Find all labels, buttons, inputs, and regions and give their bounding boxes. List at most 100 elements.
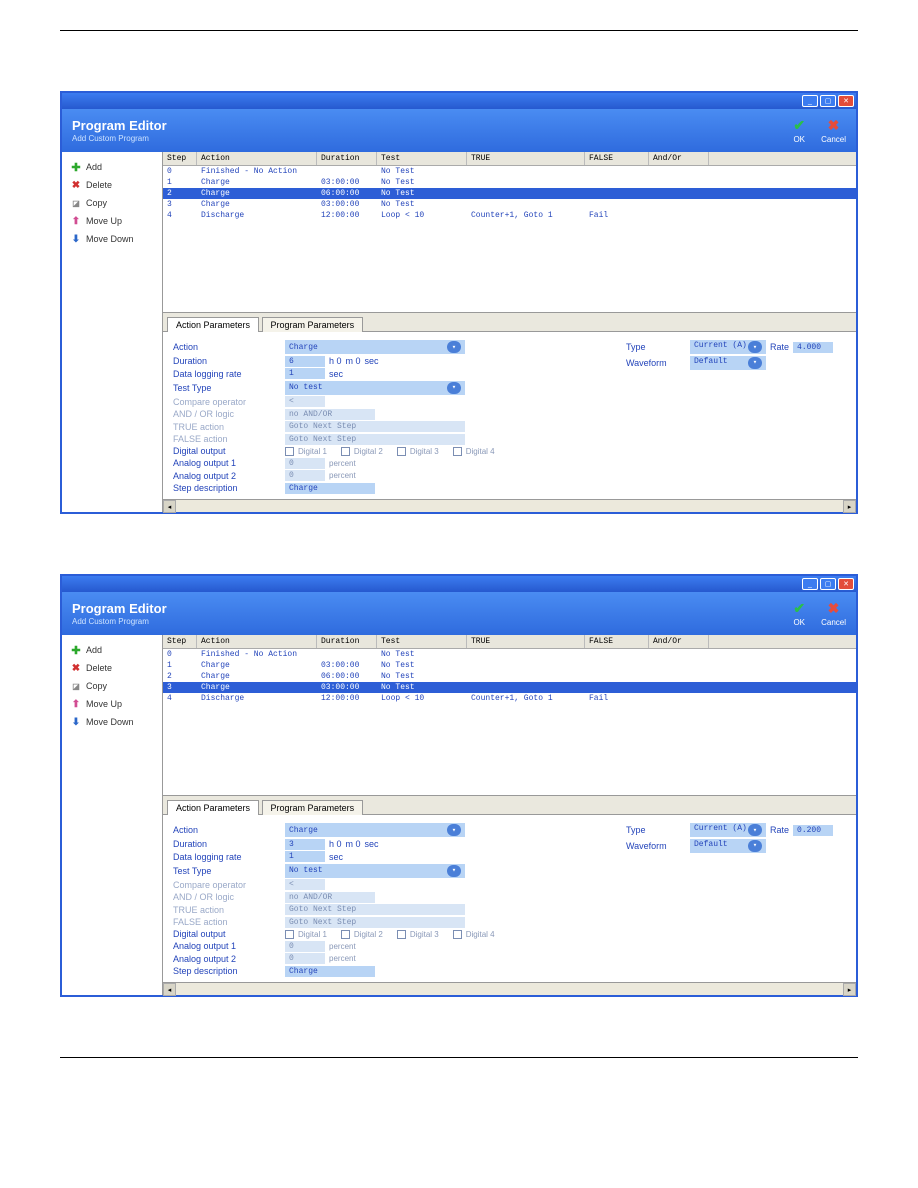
andor-logic-field: no AND/OR bbox=[285, 892, 375, 903]
program-editor-window: _ ▢ ✕ Program Editor Add Custom Program … bbox=[60, 574, 858, 997]
sidebar-add[interactable]: ✚Add bbox=[68, 641, 156, 659]
sidebar-delete[interactable]: ✖Delete bbox=[68, 176, 156, 194]
sidebar-move-down[interactable]: ⬇Move Down bbox=[68, 713, 156, 731]
type-label: Type bbox=[626, 825, 686, 835]
digital1-checkbox[interactable] bbox=[285, 930, 294, 939]
program-editor-window: _ ▢ ✕ Program Editor Add Custom Program … bbox=[60, 91, 858, 514]
minimize-button[interactable]: _ bbox=[802, 95, 818, 107]
table-row[interactable]: 4Discharge12:00:00Loop < 10Counter+1, Go… bbox=[163, 693, 856, 704]
window-titlebar: _ ▢ ✕ bbox=[62, 93, 856, 109]
maximize-button[interactable]: ▢ bbox=[820, 578, 836, 590]
action-select[interactable]: Charge▾ bbox=[285, 340, 465, 354]
banner-title: Program Editor bbox=[72, 118, 167, 133]
horizontal-scrollbar[interactable]: ◂ ▸ bbox=[163, 499, 856, 512]
sidebar-delete[interactable]: ✖Delete bbox=[68, 659, 156, 677]
cancel-button[interactable]: ✖Cancel bbox=[821, 600, 846, 627]
log-rate-field[interactable]: 1 bbox=[285, 851, 325, 862]
scroll-right-icon[interactable]: ▸ bbox=[843, 500, 856, 513]
action-select[interactable]: Charge▾ bbox=[285, 823, 465, 837]
table-row[interactable]: 0Finished - No ActionNo Test bbox=[163, 166, 856, 177]
digital4-checkbox[interactable] bbox=[453, 447, 462, 456]
arrow-down-icon: ⬇ bbox=[70, 233, 82, 245]
type-select[interactable]: Current (A)▾ bbox=[690, 340, 766, 354]
digital2-checkbox[interactable] bbox=[341, 447, 350, 456]
sidebar-copy[interactable]: ◪Copy bbox=[68, 677, 156, 695]
digital3-checkbox[interactable] bbox=[397, 447, 406, 456]
test-type-select[interactable]: No test▾ bbox=[285, 864, 465, 878]
step-desc-field[interactable]: Charge bbox=[285, 483, 375, 494]
close-button[interactable]: ✕ bbox=[838, 578, 854, 590]
minimize-button[interactable]: _ bbox=[802, 578, 818, 590]
analog2-field[interactable]: 0 bbox=[285, 470, 325, 481]
chevron-down-icon: ▾ bbox=[447, 341, 461, 353]
table-header: StepActionDurationTestTRUEFALSEAnd/Or bbox=[163, 152, 856, 166]
duration-h-field[interactable]: 6 bbox=[285, 356, 325, 367]
cancel-icon: ✖ bbox=[821, 117, 846, 134]
banner-subtitle: Add Custom Program bbox=[72, 617, 167, 626]
ok-button[interactable]: ✔OK bbox=[793, 117, 805, 144]
copy-icon: ◪ bbox=[70, 197, 82, 209]
digital-output-label: Digital output bbox=[173, 929, 281, 939]
table-row[interactable]: 1Charge03:00:00No Test bbox=[163, 177, 856, 188]
tab-bar: Action Parameters Program Parameters bbox=[163, 312, 856, 331]
step-desc-label: Step description bbox=[173, 966, 281, 976]
tab-action-parameters[interactable]: Action Parameters bbox=[167, 317, 259, 332]
table-header: StepActionDurationTestTRUEFALSEAnd/Or bbox=[163, 635, 856, 649]
sidebar-move-up[interactable]: ⬆Move Up bbox=[68, 212, 156, 230]
analog2-field[interactable]: 0 bbox=[285, 953, 325, 964]
digital3-checkbox[interactable] bbox=[397, 930, 406, 939]
check-icon: ✔ bbox=[793, 117, 805, 134]
rate-label: Rate bbox=[770, 342, 789, 352]
analog1-label: Analog output 1 bbox=[173, 458, 281, 468]
digital1-checkbox[interactable] bbox=[285, 447, 294, 456]
table-row[interactable]: 2Charge06:00:00No Test bbox=[163, 188, 856, 199]
waveform-label: Waveform bbox=[626, 841, 686, 851]
tab-program-parameters[interactable]: Program Parameters bbox=[262, 800, 364, 815]
duration-h-field[interactable]: 3 bbox=[285, 839, 325, 850]
maximize-button[interactable]: ▢ bbox=[820, 95, 836, 107]
table-row[interactable]: 3Charge03:00:00No Test bbox=[163, 682, 856, 693]
test-type-select[interactable]: No test▾ bbox=[285, 381, 465, 395]
scroll-left-icon[interactable]: ◂ bbox=[163, 500, 176, 513]
true-action-label: TRUE action bbox=[173, 905, 281, 915]
sidebar-add[interactable]: ✚Add bbox=[68, 158, 156, 176]
type-label: Type bbox=[626, 342, 686, 352]
step-desc-field[interactable]: Charge bbox=[285, 966, 375, 977]
scroll-left-icon[interactable]: ◂ bbox=[163, 983, 176, 996]
sidebar-copy[interactable]: ◪Copy bbox=[68, 194, 156, 212]
ok-button[interactable]: ✔OK bbox=[793, 600, 805, 627]
digital4-checkbox[interactable] bbox=[453, 930, 462, 939]
digital2-checkbox[interactable] bbox=[341, 930, 350, 939]
waveform-select[interactable]: Default▾ bbox=[690, 356, 766, 370]
log-rate-field[interactable]: 1 bbox=[285, 368, 325, 379]
sidebar-move-down[interactable]: ⬇Move Down bbox=[68, 230, 156, 248]
chevron-down-icon: ▾ bbox=[748, 341, 762, 353]
table-row[interactable]: 3Charge03:00:00No Test bbox=[163, 199, 856, 210]
rate-field[interactable]: 0.200 bbox=[793, 825, 833, 836]
table-row[interactable]: 1Charge03:00:00No Test bbox=[163, 660, 856, 671]
action-label: Action bbox=[173, 342, 281, 352]
scroll-right-icon[interactable]: ▸ bbox=[843, 983, 856, 996]
analog1-field[interactable]: 0 bbox=[285, 941, 325, 952]
log-rate-label: Data logging rate bbox=[173, 852, 281, 862]
close-button[interactable]: ✕ bbox=[838, 95, 854, 107]
table-row[interactable]: 4Discharge12:00:00Loop < 10Counter+1, Go… bbox=[163, 210, 856, 221]
false-action-field: Goto Next Step bbox=[285, 917, 465, 928]
tab-program-parameters[interactable]: Program Parameters bbox=[262, 317, 364, 332]
sidebar-move-up[interactable]: ⬆Move Up bbox=[68, 695, 156, 713]
params-panel: Action Charge▾ Duration 6h 0 m 0sec Data… bbox=[163, 331, 856, 499]
analog1-field[interactable]: 0 bbox=[285, 458, 325, 469]
horizontal-scrollbar[interactable]: ◂ ▸ bbox=[163, 982, 856, 995]
cancel-button[interactable]: ✖Cancel bbox=[821, 117, 846, 144]
action-label: Action bbox=[173, 825, 281, 835]
type-select[interactable]: Current (A)▾ bbox=[690, 823, 766, 837]
tab-action-parameters[interactable]: Action Parameters bbox=[167, 800, 259, 815]
table-row[interactable]: 0Finished - No ActionNo Test bbox=[163, 649, 856, 660]
params-panel: Action Charge▾ Duration 3h 0 m 0sec Data… bbox=[163, 814, 856, 982]
rate-label: Rate bbox=[770, 825, 789, 835]
compare-op-label: Compare operator bbox=[173, 880, 281, 890]
waveform-select[interactable]: Default▾ bbox=[690, 839, 766, 853]
rate-field[interactable]: 4.000 bbox=[793, 342, 833, 353]
window-titlebar: _ ▢ ✕ bbox=[62, 576, 856, 592]
table-row[interactable]: 2Charge06:00:00No Test bbox=[163, 671, 856, 682]
